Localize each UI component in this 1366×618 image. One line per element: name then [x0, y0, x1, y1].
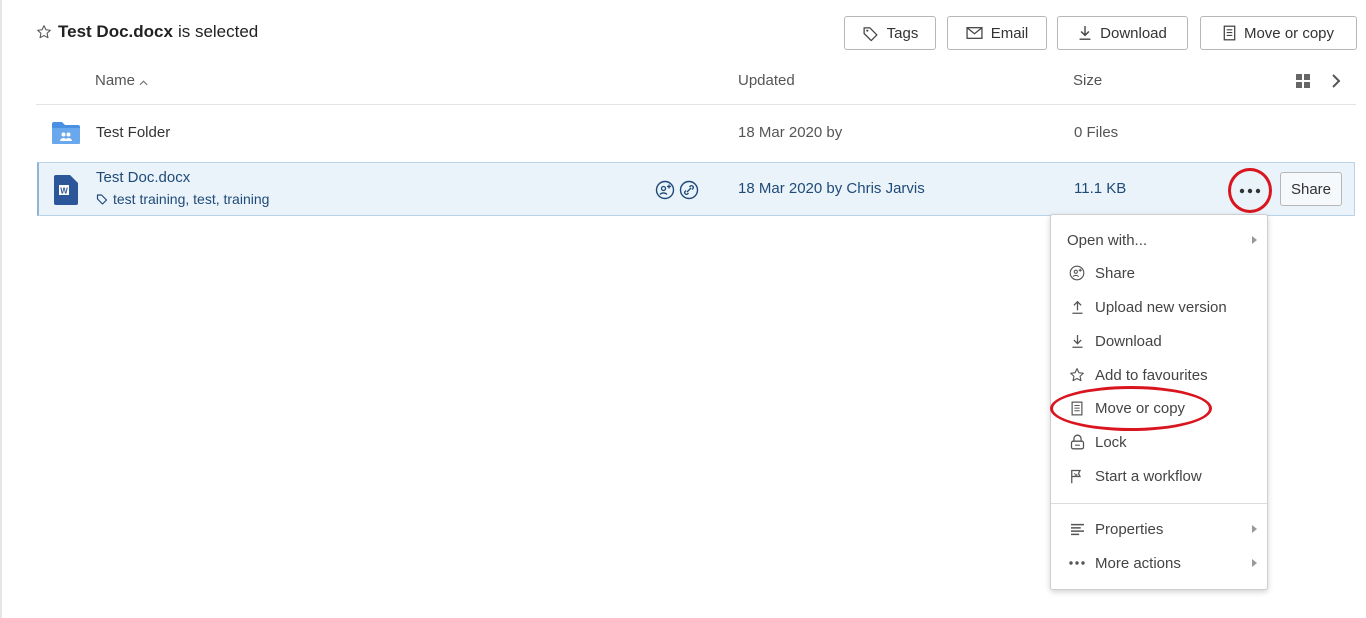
- star-icon: [1067, 367, 1087, 383]
- workflow-flag-icon: [1067, 469, 1087, 484]
- menu-item-label: More actions: [1095, 554, 1181, 572]
- menu-item-add-to-favourites[interactable]: Add to favourites: [1067, 363, 1257, 387]
- shared-with-users-icon[interactable]: [655, 180, 675, 205]
- menu-item-label: Open with...: [1067, 231, 1148, 249]
- menu-divider: [1051, 503, 1267, 504]
- copy-document-icon: [1223, 25, 1236, 41]
- column-header-updated[interactable]: Updated: [738, 72, 795, 89]
- menu-item-label: Start a workflow: [1095, 467, 1202, 485]
- tag-icon: [96, 194, 108, 205]
- tag-icon: [863, 26, 878, 41]
- menu-item-label: Move or copy: [1095, 399, 1186, 417]
- copy-document-icon: [1067, 401, 1087, 416]
- more-actions-button[interactable]: [1232, 173, 1268, 209]
- share-button[interactable]: Share: [1280, 172, 1342, 206]
- upload-icon: [1067, 300, 1087, 315]
- download-icon: [1067, 334, 1087, 349]
- menu-item-label: Properties: [1095, 520, 1164, 538]
- shared-folder-icon: [51, 121, 81, 150]
- selected-suffix: is selected: [177, 22, 259, 41]
- menu-item-open-with[interactable]: Open with...: [1067, 228, 1257, 252]
- ellipsis-icon: [1239, 188, 1261, 194]
- menu-item-label: Upload new version: [1095, 298, 1227, 316]
- submenu-arrow-icon: [1252, 559, 1257, 567]
- column-name-label: Name: [95, 72, 136, 89]
- context-menu: Open with... Share Upload new version Do…: [1050, 214, 1268, 590]
- folder-name[interactable]: Test Folder: [96, 124, 170, 141]
- email-button-label: Email: [990, 24, 1029, 42]
- table-row[interactable]: [36, 106, 1356, 158]
- menu-item-share[interactable]: Share: [1067, 261, 1257, 285]
- download-button[interactable]: Download: [1057, 16, 1188, 50]
- menu-item-label: Download: [1095, 332, 1162, 350]
- document-name[interactable]: Test Doc.docx: [96, 169, 190, 186]
- document-size: 11.1 KB: [1074, 180, 1127, 197]
- folder-updated: 18 Mar 2020 by: [738, 124, 843, 141]
- menu-item-more-actions[interactable]: More actions: [1067, 551, 1257, 575]
- lock-icon: [1067, 434, 1087, 450]
- menu-item-properties[interactable]: Properties: [1067, 517, 1257, 541]
- menu-item-label: Add to favourites: [1095, 366, 1208, 384]
- selection-title: Test Doc.docx is selected: [36, 22, 258, 42]
- menu-item-label: Lock: [1095, 433, 1127, 451]
- tags-button-label: Tags: [886, 24, 919, 42]
- menu-item-upload-new-version[interactable]: Upload new version: [1067, 295, 1257, 319]
- word-document-icon: W: [54, 175, 78, 210]
- download-icon: [1079, 26, 1091, 40]
- chevron-right-icon[interactable]: [1331, 73, 1341, 94]
- favourite-star-icon[interactable]: [36, 24, 52, 40]
- column-header-name[interactable]: Name: [95, 72, 148, 89]
- svg-text:W: W: [60, 186, 68, 195]
- properties-lines-icon: [1067, 523, 1087, 536]
- menu-item-download[interactable]: Download: [1067, 329, 1257, 353]
- menu-item-label: Share: [1095, 264, 1136, 282]
- envelope-icon: [966, 27, 983, 39]
- shared-link-icon[interactable]: [679, 180, 699, 205]
- folder-size: 0 Files: [1074, 124, 1119, 141]
- submenu-arrow-icon: [1252, 236, 1257, 244]
- page-left-border: [0, 0, 2, 618]
- tags-button[interactable]: Tags: [844, 16, 936, 50]
- sort-ascending-icon: [139, 79, 148, 85]
- download-button-label: Download: [1100, 24, 1167, 42]
- menu-item-move-or-copy[interactable]: Move or copy: [1067, 396, 1257, 420]
- document-updated: 18 Mar 2020 by Chris Jarvis: [738, 180, 925, 197]
- move-or-copy-button[interactable]: Move or copy: [1200, 16, 1357, 50]
- menu-item-lock[interactable]: Lock: [1067, 430, 1257, 454]
- grid-view-icon[interactable]: [1296, 74, 1310, 93]
- menu-item-start-a-workflow[interactable]: Start a workflow: [1067, 464, 1257, 488]
- header-divider: [36, 104, 1356, 105]
- email-button[interactable]: Email: [947, 16, 1047, 50]
- document-tags[interactable]: test training, test, training: [96, 191, 269, 207]
- selected-file-name: Test Doc.docx: [58, 22, 173, 41]
- share-user-icon: [1067, 265, 1087, 281]
- move-or-copy-button-label: Move or copy: [1243, 24, 1335, 42]
- document-tags-text: test training, test, training: [113, 191, 270, 207]
- column-header-size[interactable]: Size: [1073, 72, 1102, 89]
- submenu-arrow-icon: [1252, 525, 1257, 533]
- ellipsis-icon: [1067, 561, 1087, 565]
